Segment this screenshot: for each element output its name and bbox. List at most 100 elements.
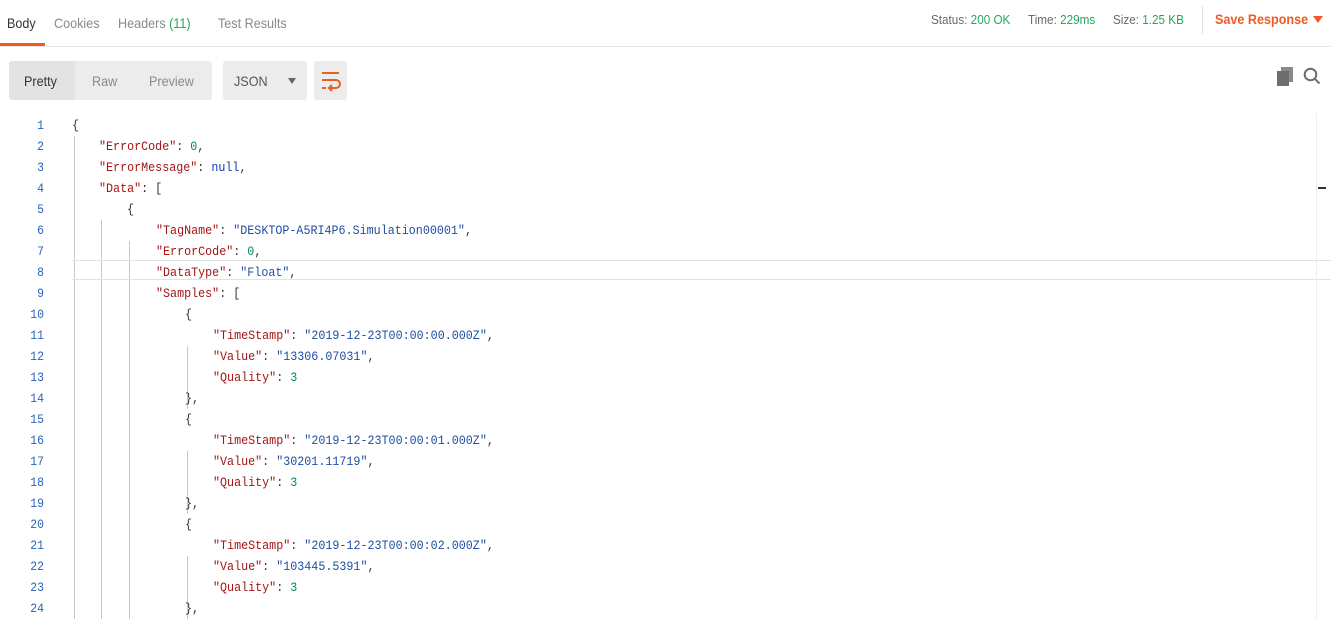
line-number: 23 <box>30 580 44 595</box>
code-line: { <box>185 514 192 535</box>
line-number: 10 <box>30 307 44 322</box>
json-number: 3 <box>290 370 298 385</box>
json-null: null <box>211 160 240 175</box>
code-line: "Samples": [ <box>156 283 240 304</box>
json-key: "Samples" <box>156 286 220 301</box>
indent-guide <box>74 136 75 619</box>
line-number: 1 <box>37 118 44 133</box>
json-key: "TimeStamp" <box>213 538 291 553</box>
line-number: 17 <box>30 454 44 469</box>
scroll-marker <box>1318 187 1326 189</box>
format-raw-button[interactable]: Raw <box>92 73 117 89</box>
code-line: "Value": "13306.07031", <box>213 346 375 367</box>
line-number: 6 <box>37 223 44 238</box>
json-punctuation: { <box>127 202 135 217</box>
json-punctuation: : <box>219 223 234 238</box>
line-number: 12 <box>30 349 44 364</box>
json-string: "13306.07031" <box>276 349 368 364</box>
json-punctuation: , <box>367 454 375 469</box>
json-punctuation: , <box>367 349 375 364</box>
copy-icon[interactable] <box>1277 67 1294 86</box>
save-response-dropdown-icon[interactable] <box>1313 16 1323 23</box>
line-number: 14 <box>30 391 44 406</box>
tab-body[interactable]: Body <box>7 15 36 31</box>
tab-cookies[interactable]: Cookies <box>54 15 100 31</box>
response-body-editor[interactable]: 1 2 3 4 5 6 7 8 9 10 11 12 13 14 15 16 17 18 19 20 21 22 23 24 … <box>0 113 1331 619</box>
json-punctuation: : <box>262 454 277 469</box>
json-key: "Quality" <box>213 580 277 595</box>
json-string: "2019-12-23T00:00:01.000Z" <box>304 433 487 448</box>
json-punctuation: , <box>486 433 494 448</box>
line-number: 24 <box>30 601 44 616</box>
json-key: "Quality" <box>213 475 277 490</box>
tab-headers[interactable]: Headers (11) <box>118 15 191 31</box>
json-punctuation: { <box>185 307 193 322</box>
line-number: 7 <box>37 244 44 259</box>
code-line: "Quality": 3 <box>213 577 297 598</box>
json-string: "2019-12-23T00:00:02.000Z" <box>304 538 487 553</box>
code-line: { <box>72 115 79 136</box>
json-string: "DESKTOP-A5RI4P6.Simulation00001" <box>233 223 465 238</box>
json-string: "2019-12-23T00:00:00.000Z" <box>304 328 487 343</box>
json-key: "TimeStamp" <box>213 433 291 448</box>
chevron-down-icon <box>288 78 296 84</box>
json-key: "Data" <box>99 181 142 196</box>
line-number: 4 <box>37 181 44 196</box>
json-number: 3 <box>290 475 298 490</box>
status-value: 200 OK <box>970 12 1011 27</box>
json-punctuation: { <box>185 412 193 427</box>
tab-test-results[interactable]: Test Results <box>218 15 287 31</box>
search-icon[interactable] <box>1303 67 1321 85</box>
language-select-value: JSON <box>234 73 268 89</box>
json-punctuation: : <box>276 580 291 595</box>
json-punctuation: : [ <box>219 286 241 301</box>
wrap-lines-icon <box>322 72 341 92</box>
size-label: Size: <box>1113 12 1140 27</box>
code-line: "TagName": "DESKTOP-A5RI4P6.Simulation00… <box>156 220 472 241</box>
json-key: "ErrorCode" <box>99 139 177 154</box>
json-key: "Value" <box>213 349 263 364</box>
line-number: 13 <box>30 370 44 385</box>
line-number: 19 <box>30 496 44 511</box>
save-response-button[interactable]: Save Response <box>1215 11 1308 27</box>
headers-count-badge: (11) <box>169 15 191 31</box>
json-punctuation: }, <box>185 391 200 406</box>
code-line: "ErrorMessage": null, <box>99 157 246 178</box>
code-line: "Quality": 3 <box>213 472 297 493</box>
json-punctuation: , <box>197 139 205 154</box>
response-tab-bar: Body Cookies Headers (11) Test Results S… <box>0 0 1331 47</box>
json-key: "Quality" <box>213 370 277 385</box>
code-line: "Value": "30201.11719", <box>213 451 375 472</box>
code-line: "TimeStamp": "2019-12-23T00:00:00.000Z", <box>213 325 494 346</box>
code-line: { <box>185 409 192 430</box>
status-info: Status: 200 OK <box>931 12 1010 27</box>
time-label: Time: <box>1028 12 1057 27</box>
line-number: 15 <box>30 412 44 427</box>
json-punctuation: : <box>276 370 291 385</box>
line-number: 16 <box>30 433 44 448</box>
line-number: 20 <box>30 517 44 532</box>
line-number: 8 <box>37 265 44 280</box>
line-number: 5 <box>37 202 44 217</box>
time-value: 229ms <box>1060 12 1096 27</box>
code-line: "Data": [ <box>99 178 162 199</box>
json-punctuation: : <box>262 559 277 574</box>
code-line: }, <box>185 598 199 619</box>
json-key: "TagName" <box>156 223 220 238</box>
json-punctuation: : <box>290 328 305 343</box>
code-line: }, <box>185 493 199 514</box>
format-preview-button[interactable]: Preview <box>149 73 194 89</box>
json-key: "TimeStamp" <box>213 328 291 343</box>
line-number: 3 <box>37 160 44 175</box>
json-punctuation: { <box>72 118 80 133</box>
json-punctuation: }, <box>185 601 200 616</box>
json-punctuation: : <box>197 160 212 175</box>
code-line: { <box>185 304 192 325</box>
wrap-lines-button[interactable] <box>314 61 347 100</box>
language-select[interactable]: JSON <box>223 61 307 100</box>
format-pretty-button[interactable]: Pretty <box>24 73 57 89</box>
json-punctuation: : <box>290 538 305 553</box>
json-punctuation: }, <box>185 496 200 511</box>
json-punctuation: : <box>276 475 291 490</box>
active-tab-indicator <box>0 43 45 46</box>
